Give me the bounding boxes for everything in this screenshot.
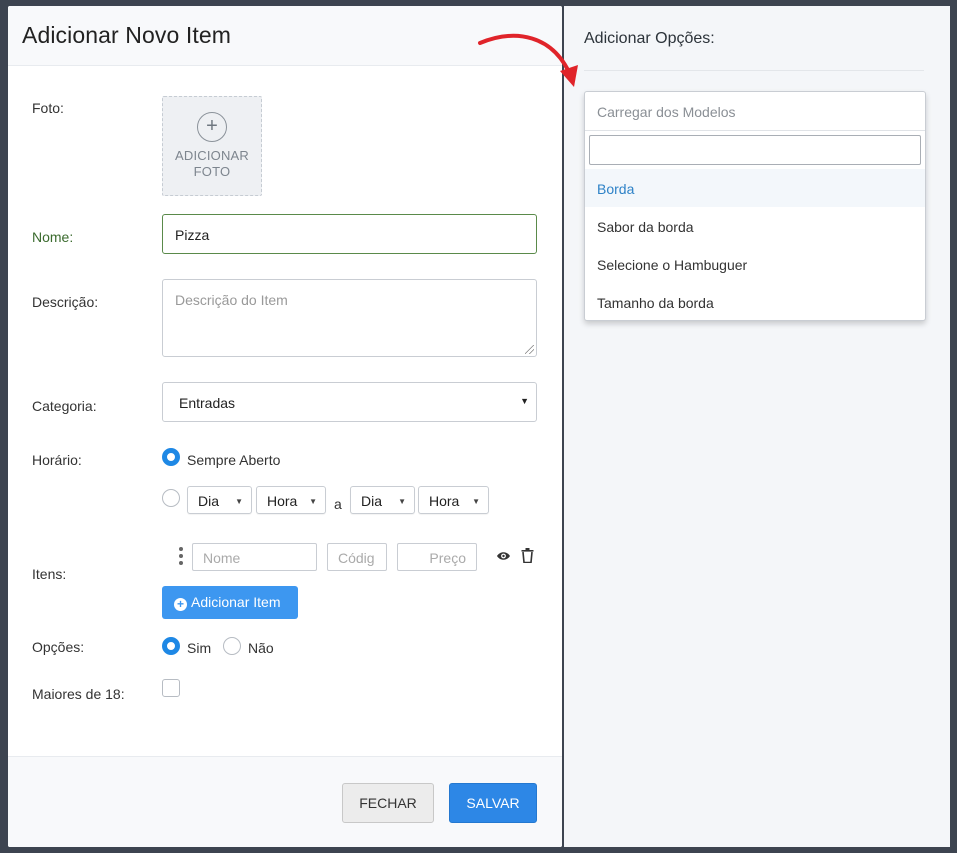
caret-down-icon: ▼ xyxy=(472,497,480,506)
category-label: Categoria: xyxy=(32,398,97,414)
modal-footer: FECHAR SALVAR xyxy=(8,756,562,847)
from-hour-value: Hora xyxy=(267,493,298,509)
eye-icon[interactable] xyxy=(496,550,511,562)
custom-schedule-radio[interactable] xyxy=(162,489,180,507)
panel-title: Adicionar Opções: xyxy=(584,30,715,47)
always-open-radio[interactable] xyxy=(162,448,180,466)
trash-icon[interactable] xyxy=(521,548,534,563)
add-item-button[interactable]: + Adicionar Item xyxy=(162,586,298,619)
options-no-label: Não xyxy=(248,640,274,656)
plus-circle-icon: + xyxy=(197,112,227,142)
name-input-value: Pizza xyxy=(175,227,210,243)
photo-label: Foto: xyxy=(32,100,64,116)
schedule-between-text: a xyxy=(334,496,342,512)
drag-handle-icon[interactable] xyxy=(179,547,183,568)
resize-handle-icon[interactable] xyxy=(525,345,534,354)
name-input[interactable]: Pizza xyxy=(162,214,537,254)
modal-title: Adicionar Novo Item xyxy=(22,22,231,48)
item-price-placeholder: Preço xyxy=(429,550,466,566)
panel-divider xyxy=(584,70,924,71)
item-code-placeholder: Códig xyxy=(338,550,375,566)
options-yes-radio[interactable] xyxy=(162,637,180,655)
add-item-button-label: Adicionar Item xyxy=(191,594,281,610)
item-name-input[interactable]: Nome xyxy=(192,543,317,571)
adults-only-label: Maiores de 18: xyxy=(32,686,125,702)
close-button[interactable]: FECHAR xyxy=(342,783,434,823)
dropdown-placeholder[interactable]: Carregar dos Modelos xyxy=(585,92,925,131)
dropdown-option-selecione-hambuguer[interactable]: Selecione o Hambuguer xyxy=(585,245,925,283)
dropdown-option-borda[interactable]: Borda xyxy=(585,169,925,207)
add-photo-label-line2: FOTO xyxy=(193,164,231,179)
caret-down-icon: ▼ xyxy=(398,497,406,506)
options-label: Opções: xyxy=(32,639,85,655)
options-yes-label: Sim xyxy=(187,640,212,656)
to-hour-select[interactable]: Hora ▼ xyxy=(418,486,489,514)
options-no-radio[interactable] xyxy=(223,637,241,655)
item-price-input[interactable]: Preço xyxy=(397,543,477,571)
items-label: Itens: xyxy=(32,566,67,582)
add-photo-label-line1: ADICIONAR xyxy=(174,148,250,163)
from-day-value: Dia xyxy=(198,493,220,509)
chevron-down-icon: ▼ xyxy=(520,396,529,406)
to-hour-value: Hora xyxy=(429,493,460,509)
category-select-value: Entradas xyxy=(179,395,236,411)
adults-only-checkbox[interactable] xyxy=(162,679,180,697)
item-code-input[interactable]: Códig xyxy=(327,543,387,571)
options-panel: Adicionar Opções: Carregar dos Modelos B… xyxy=(564,6,950,847)
dropdown-option-sabor-da-borda[interactable]: Sabor da borda xyxy=(585,207,925,245)
always-open-label: Sempre Aberto xyxy=(187,452,281,468)
save-button[interactable]: SALVAR xyxy=(449,783,537,823)
to-day-value: Dia xyxy=(361,493,383,509)
schedule-label: Horário: xyxy=(32,452,82,468)
from-day-select[interactable]: Dia ▼ xyxy=(187,486,252,514)
description-placeholder: Descrição do Item xyxy=(175,292,288,308)
annotation-arrow-icon xyxy=(478,33,578,87)
item-name-placeholder: Nome xyxy=(203,550,241,566)
add-photo-button[interactable]: + ADICIONAR FOTO xyxy=(162,96,262,196)
from-hour-select[interactable]: Hora ▼ xyxy=(256,486,326,514)
name-label: Nome: xyxy=(32,229,74,245)
add-item-modal: Adicionar Novo Item Foto: + ADICIONAR FO… xyxy=(8,6,562,847)
category-select[interactable]: Entradas ▼ xyxy=(162,382,537,422)
plus-circle-icon: + xyxy=(174,598,187,611)
dropdown-search-input[interactable] xyxy=(589,135,921,165)
caret-down-icon: ▼ xyxy=(309,497,317,506)
load-templates-dropdown[interactable]: Carregar dos Modelos Borda Sabor da bord… xyxy=(584,91,926,321)
description-label: Descrição: xyxy=(32,294,99,310)
to-day-select[interactable]: Dia ▼ xyxy=(350,486,415,514)
caret-down-icon: ▼ xyxy=(235,497,243,506)
dropdown-option-tamanho-da-borda[interactable]: Tamanho da borda xyxy=(585,283,925,321)
description-textarea[interactable]: Descrição do Item xyxy=(162,279,537,357)
